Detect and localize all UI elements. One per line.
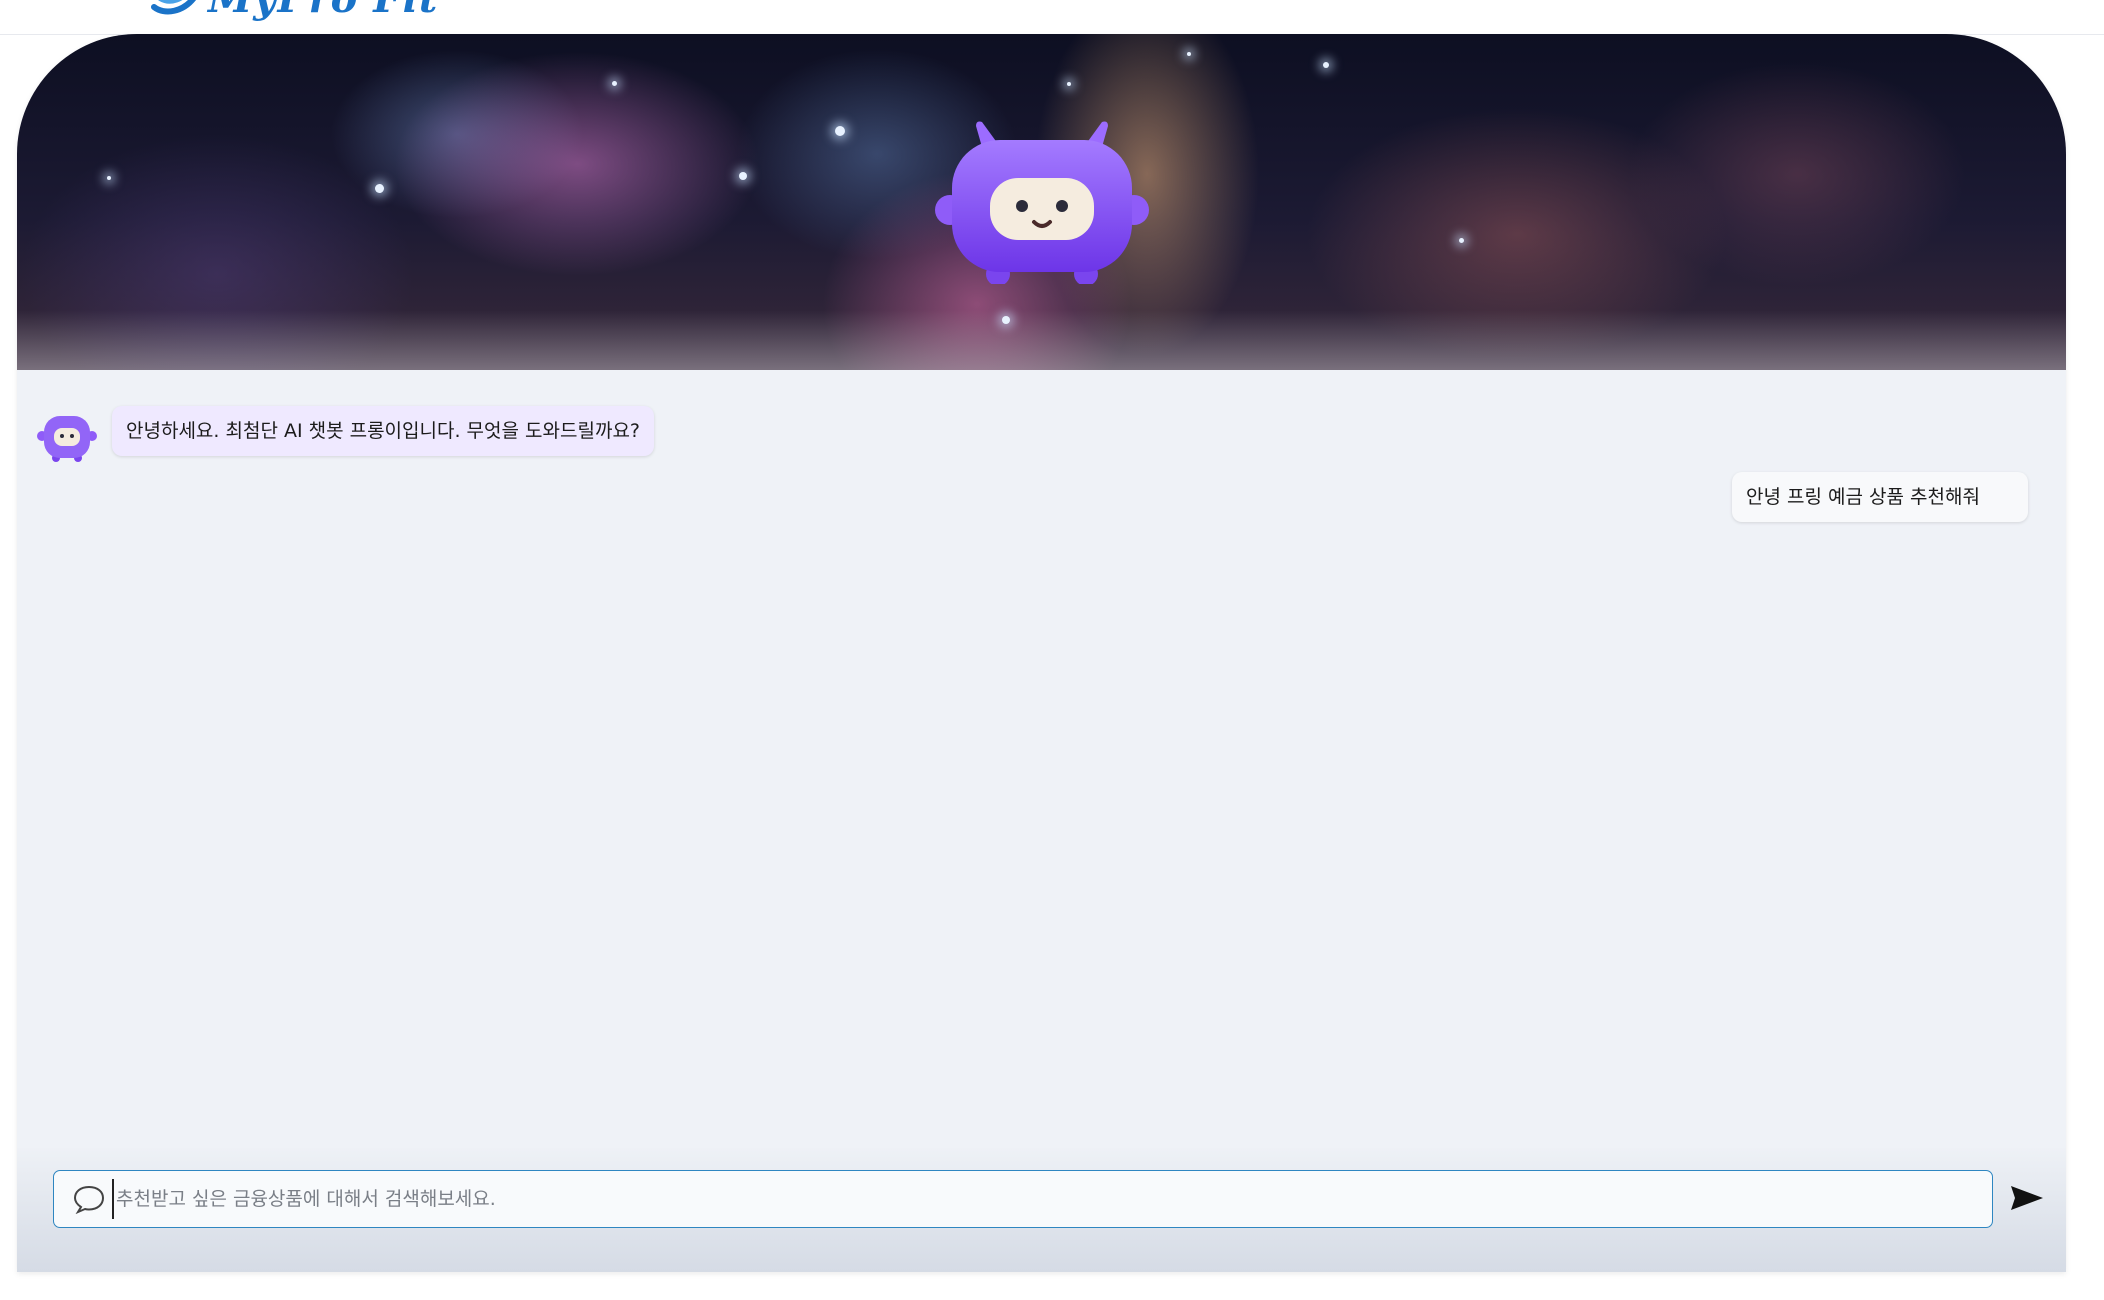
star-decoration [1459, 238, 1464, 243]
robot-avatar-icon [37, 416, 97, 462]
star-decoration [375, 184, 384, 193]
star-decoration [1067, 82, 1071, 86]
user-message-bubble: 안녕 프링 예금 상품 추천해줘 [1732, 472, 2028, 522]
chat-card: 안녕하세요. 최첨단 AI 챗봇 프롱이입니다. 무엇을 도와드릴까요? 안녕 … [17, 34, 2066, 1272]
robot-mascot-icon [935, 121, 1149, 284]
send-button[interactable] [2007, 1178, 2047, 1218]
bot-message-row: 안녕하세요. 최첨단 AI 챗봇 프롱이입니다. 무엇을 도와드릴까요? [36, 406, 655, 464]
star-decoration [739, 172, 747, 180]
star-decoration [107, 176, 111, 180]
top-header: MyPro Fit [0, 0, 2104, 35]
wave-logo-icon [151, 0, 196, 15]
send-icon [2011, 1186, 2043, 1210]
bot-message-bubble: 안녕하세요. 최첨단 AI 챗봇 프롱이입니다. 무엇을 도와드릴까요? [112, 406, 655, 456]
space-banner [17, 34, 2066, 370]
brand-logo[interactable]: MyPro Fit [150, 0, 438, 22]
speech-bubble-icon [73, 1185, 105, 1214]
star-decoration [1187, 52, 1191, 56]
search-input[interactable] [112, 1179, 1992, 1219]
logo-text: MyPro Fit [208, 0, 438, 22]
chat-input-area [17, 1148, 2066, 1272]
star-decoration [1323, 62, 1329, 68]
search-input-box[interactable] [53, 1170, 1993, 1228]
star-decoration [612, 81, 617, 86]
star-decoration [1002, 316, 1010, 324]
star-decoration [835, 126, 845, 136]
